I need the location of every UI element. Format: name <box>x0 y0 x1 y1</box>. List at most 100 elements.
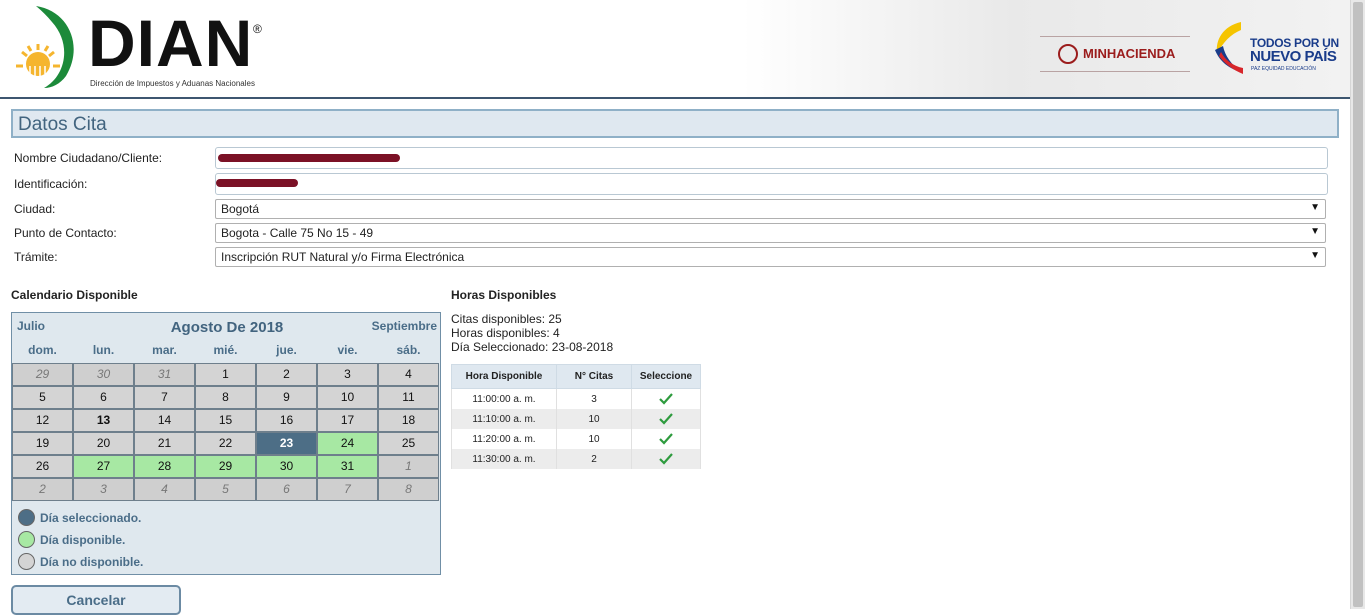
select-check-icon[interactable] <box>659 433 673 445</box>
calendar-day: 4 <box>378 363 439 386</box>
calendar-day[interactable]: 29 <box>195 455 256 478</box>
calendar-day: 30 <box>73 363 134 386</box>
registered-mark: ® <box>253 22 262 36</box>
calendar: Agosto De 2018 Julio Septiembre dom. lun.… <box>11 312 441 575</box>
select-check-icon[interactable] <box>659 413 673 425</box>
redaction-mark <box>216 179 298 187</box>
hours-row: 11:20:00 a. m. 10 <box>451 429 701 449</box>
weekday-label: jue. <box>276 343 297 357</box>
select-cell <box>631 429 701 449</box>
nombre-field[interactable] <box>215 147 1328 169</box>
minhacienda-logo: MINHACIENDA <box>1040 36 1190 72</box>
nuevo-pais-logo-icon <box>1215 22 1243 74</box>
ciudad-select[interactable]: Bogotá ▼ <box>215 199 1326 219</box>
select-check-icon[interactable] <box>659 453 673 465</box>
calendar-day: 4 <box>134 478 195 501</box>
prev-month-link[interactable]: Julio <box>17 319 45 333</box>
dian-logo-text: DIAN <box>88 6 254 80</box>
calendar-day: 8 <box>195 386 256 409</box>
legend-selected-label: Día seleccionado. <box>40 511 142 525</box>
calendar-day: 6 <box>256 478 317 501</box>
weekday-header: dom. lun. mar. mié. jue. vie. sáb. <box>12 343 442 359</box>
select-cell <box>631 409 701 429</box>
select-cell <box>631 449 701 469</box>
punto-contacto-select[interactable]: Bogota - Calle 75 No 15 - 49 ▼ <box>215 223 1326 243</box>
horas-disponibles: Horas disponibles: 4 <box>451 326 560 340</box>
calendar-day: 17 <box>317 409 378 432</box>
col-seleccione: Seleccione <box>631 364 701 389</box>
punto-contacto-value: Bogota - Calle 75 No 15 - 49 <box>221 226 374 240</box>
hora-cell: 11:30:00 a. m. <box>451 449 557 469</box>
weekday-label: vie. <box>337 343 358 357</box>
dia-seleccionado: Día Seleccionado: 23-08-2018 <box>451 340 614 354</box>
tramite-value: Inscripción RUT Natural y/o Firma Electr… <box>221 250 465 264</box>
calendar-day: 5 <box>12 386 73 409</box>
calendar-day[interactable]: 28 <box>134 455 195 478</box>
unavailable-swatch <box>18 553 35 570</box>
calendar-day: 5 <box>195 478 256 501</box>
calendar-day: 25 <box>378 432 439 455</box>
identificacion-field[interactable] <box>215 173 1328 195</box>
legend-unavailable-label: Día no disponible. <box>40 555 144 569</box>
calendar-day: 2 <box>12 478 73 501</box>
citas-cell: 3 <box>556 388 632 409</box>
next-month-link[interactable]: Septiembre <box>372 319 437 333</box>
citas-cell: 10 <box>556 429 632 449</box>
weekday-label: dom. <box>28 343 57 357</box>
colombia-seal-icon <box>1058 44 1078 64</box>
col-citas: N° Citas <box>556 364 632 389</box>
tramite-label: Trámite: <box>14 250 58 264</box>
hours-table-header: Hora Disponible N° Citas Seleccione <box>451 364 701 389</box>
selected-swatch <box>18 509 35 526</box>
calendar-day: 3 <box>73 478 134 501</box>
ciudad-value: Bogotá <box>221 202 260 216</box>
cancel-button[interactable]: Cancelar <box>11 585 181 615</box>
dropdown-arrow-icon: ▼ <box>1310 250 1320 261</box>
calendar-day: 20 <box>73 432 134 455</box>
site-header: DIAN ® Dirección de Impuestos y Aduanas … <box>0 0 1350 99</box>
calendar-day: 1 <box>195 363 256 386</box>
select-check-icon[interactable] <box>659 393 673 405</box>
hora-cell: 11:00:00 a. m. <box>451 388 557 409</box>
calendar-day: 18 <box>378 409 439 432</box>
calendar-day[interactable]: 30 <box>256 455 317 478</box>
dropdown-arrow-icon: ▼ <box>1310 226 1320 237</box>
hora-cell: 11:20:00 a. m. <box>451 429 557 449</box>
calendar-day: 9 <box>256 386 317 409</box>
calendar-day: 29 <box>12 363 73 386</box>
hours-row: 11:10:00 a. m. 10 <box>451 409 701 429</box>
ciudad-label: Ciudad: <box>14 202 56 216</box>
calendar-day: 7 <box>317 478 378 501</box>
calendar-day: 22 <box>195 432 256 455</box>
vertical-scrollbar[interactable] <box>1350 0 1365 609</box>
calendar-day: 6 <box>73 386 134 409</box>
hours-row: 11:30:00 a. m. 2 <box>451 449 701 469</box>
calendar-day: 3 <box>317 363 378 386</box>
calendar-day: 16 <box>256 409 317 432</box>
hours-table: Hora Disponible N° Citas Seleccione 11:0… <box>451 364 701 469</box>
calendar-day[interactable]: 24 <box>317 432 378 455</box>
legend-available-label: Día disponible. <box>40 533 126 547</box>
calendar-day[interactable]: 31 <box>317 455 378 478</box>
citas-cell: 10 <box>556 409 632 429</box>
slogan-line-3: PAZ EQUIDAD EDUCACIÓN <box>1251 66 1316 72</box>
calendar-day: 12 <box>12 409 73 432</box>
calendar-day: 31 <box>134 363 195 386</box>
calendar-day: 21 <box>134 432 195 455</box>
calendar-day: 14 <box>134 409 195 432</box>
weekday-label: mié. <box>213 343 238 357</box>
section-title: Datos Cita <box>18 114 107 135</box>
tramite-select[interactable]: Inscripción RUT Natural y/o Firma Electr… <box>215 247 1326 267</box>
calendar-day: 15 <box>195 409 256 432</box>
dian-logo-subtitle: Dirección de Impuestos y Aduanas Naciona… <box>90 79 255 88</box>
scrollbar-thumb[interactable] <box>1353 2 1363 607</box>
slogan-line-2: NUEVO PAÍS <box>1250 48 1337 65</box>
weekday-label: mar. <box>152 343 177 357</box>
calendar-day: 19 <box>12 432 73 455</box>
calendar-day[interactable]: 23 <box>256 432 317 455</box>
calendar-day[interactable]: 27 <box>73 455 134 478</box>
hora-cell: 11:10:00 a. m. <box>451 409 557 429</box>
section-header: Datos Cita <box>11 109 1339 138</box>
calendar-day: 11 <box>378 386 439 409</box>
hours-heading: Horas Disponibles <box>451 288 557 302</box>
